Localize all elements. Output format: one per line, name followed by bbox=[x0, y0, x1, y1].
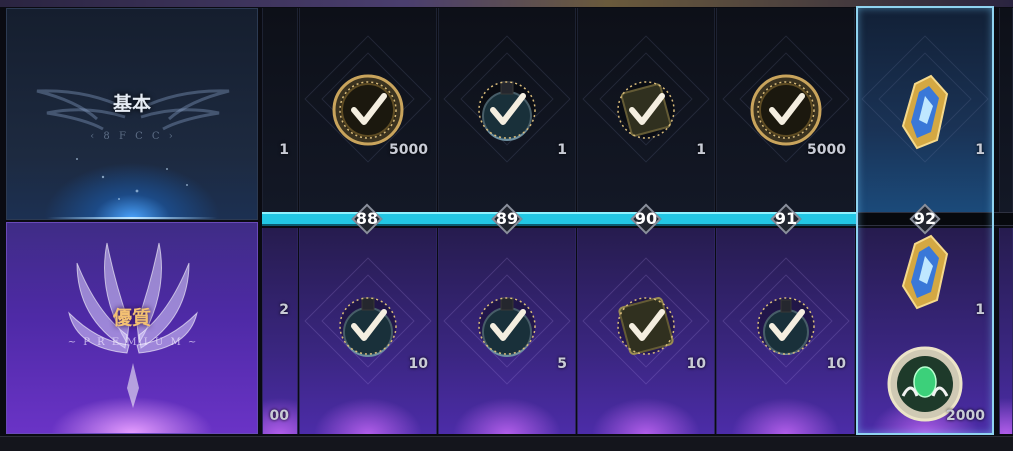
reward-cell-basic[interactable]: 5000 bbox=[716, 8, 855, 212]
reward-qty: 00 bbox=[269, 408, 289, 424]
claimed-check-icon bbox=[617, 81, 675, 139]
bottom-bar bbox=[0, 436, 1013, 451]
reward-qty: 2000 bbox=[946, 408, 985, 424]
svg-text:~ P R E M I U M ~: ~ P R E M I U M ~ bbox=[68, 337, 199, 348]
reward-qty: 10 bbox=[408, 356, 428, 372]
level-marker-92: 92 bbox=[909, 203, 941, 235]
reward-qty: 10 bbox=[686, 356, 706, 372]
reward-qty: 5000 bbox=[389, 142, 428, 158]
claimed-check-icon bbox=[478, 297, 536, 355]
reward-grid: 1 2 00 5000 10 1 5 1 10 5000 10 1 1 2000… bbox=[262, 0, 1013, 451]
reward-cell-premium[interactable]: 10 bbox=[716, 228, 855, 434]
reward-qty: 1 bbox=[696, 142, 706, 158]
claimed-check-icon bbox=[756, 297, 815, 355]
level-marker-91: 91 bbox=[770, 203, 802, 235]
claimed-check-icon bbox=[339, 81, 397, 139]
reward-cell-basic[interactable]: 5000 bbox=[299, 8, 437, 212]
level-marker-90: 90 bbox=[630, 203, 662, 235]
tier-basic-label: 基本 bbox=[112, 93, 151, 115]
reward-cell-basic[interactable] bbox=[999, 8, 1013, 212]
tier-basic-glow bbox=[47, 217, 217, 219]
reward-qty: 1 bbox=[975, 302, 985, 318]
reward-cell-basic[interactable]: 1 bbox=[438, 8, 576, 212]
reward-cell-premium[interactable]: 1 2000 bbox=[856, 228, 994, 434]
reward-qty: 1 bbox=[975, 142, 985, 158]
reward-qty: 5000 bbox=[807, 142, 846, 158]
reward-cell-premium[interactable] bbox=[999, 228, 1013, 434]
reward-cell-basic[interactable]: 1 bbox=[577, 8, 715, 212]
claimed-check-icon bbox=[617, 297, 675, 355]
tier-premium-panel: ~ P R E M I U M ~ 優質 bbox=[6, 222, 258, 434]
reward-qty: 2 bbox=[279, 302, 289, 318]
reward-qty: 5 bbox=[557, 356, 567, 372]
claimed-check-icon bbox=[756, 81, 815, 139]
crystal-icon[interactable] bbox=[881, 228, 969, 314]
reward-cell-premium[interactable]: 2 00 bbox=[262, 228, 298, 434]
reward-cell-basic[interactable]: 1 bbox=[262, 8, 298, 212]
reward-qty: 1 bbox=[279, 142, 289, 158]
reward-cell-premium[interactable]: 10 bbox=[299, 228, 437, 434]
claimed-check-icon bbox=[339, 297, 397, 355]
svg-text:‹ 8 F C C ›: ‹ 8 F C C › bbox=[90, 131, 176, 142]
reward-cell-premium[interactable]: 5 bbox=[438, 228, 576, 434]
reward-qty: 1 bbox=[557, 142, 567, 158]
reward-qty: 10 bbox=[826, 356, 846, 372]
tier-premium-label: 優質 bbox=[112, 307, 151, 329]
tier-basic-panel: ‹ 8 F C C › 基本 bbox=[6, 8, 258, 220]
claimed-check-icon bbox=[478, 81, 536, 139]
level-marker-88: 88 bbox=[351, 203, 383, 235]
reward-cell-basic[interactable]: 1 bbox=[856, 8, 994, 212]
crystal-icon[interactable] bbox=[881, 66, 969, 154]
reward-cell-premium[interactable]: 10 bbox=[577, 228, 715, 434]
level-marker-89: 89 bbox=[491, 203, 523, 235]
